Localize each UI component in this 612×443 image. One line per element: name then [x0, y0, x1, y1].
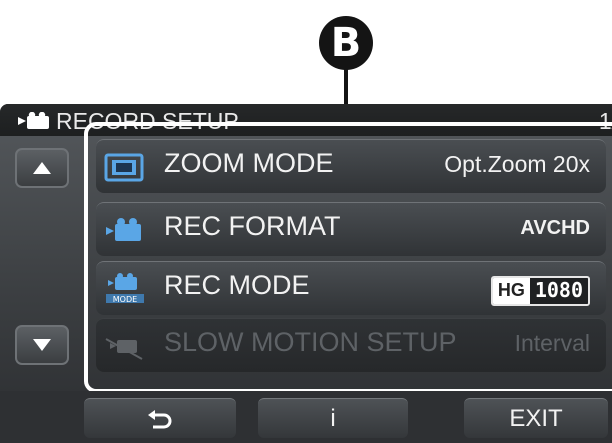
exit-label: EXIT: [509, 404, 563, 432]
scroll-up-button[interactable]: [15, 148, 69, 188]
movie-camera-icon: [18, 112, 49, 129]
callout-label: B: [330, 20, 362, 66]
callout-b-marker: B: [319, 16, 373, 70]
triangle-down-icon: [33, 339, 51, 351]
return-arrow-icon: [148, 409, 172, 428]
menu-list-frame: [84, 122, 612, 393]
info-label: i: [330, 404, 336, 432]
bottom-bar: i EXIT: [0, 391, 612, 443]
back-button[interactable]: [84, 398, 236, 438]
scroll-down-button[interactable]: [15, 325, 69, 365]
exit-button[interactable]: EXIT: [464, 398, 608, 438]
triangle-up-icon: [33, 162, 51, 174]
info-button[interactable]: i: [258, 398, 408, 438]
camera-menu-screen: RECORD SETUP 1/ ZOOM MODE Opt.Zoom 20x R…: [0, 104, 612, 443]
